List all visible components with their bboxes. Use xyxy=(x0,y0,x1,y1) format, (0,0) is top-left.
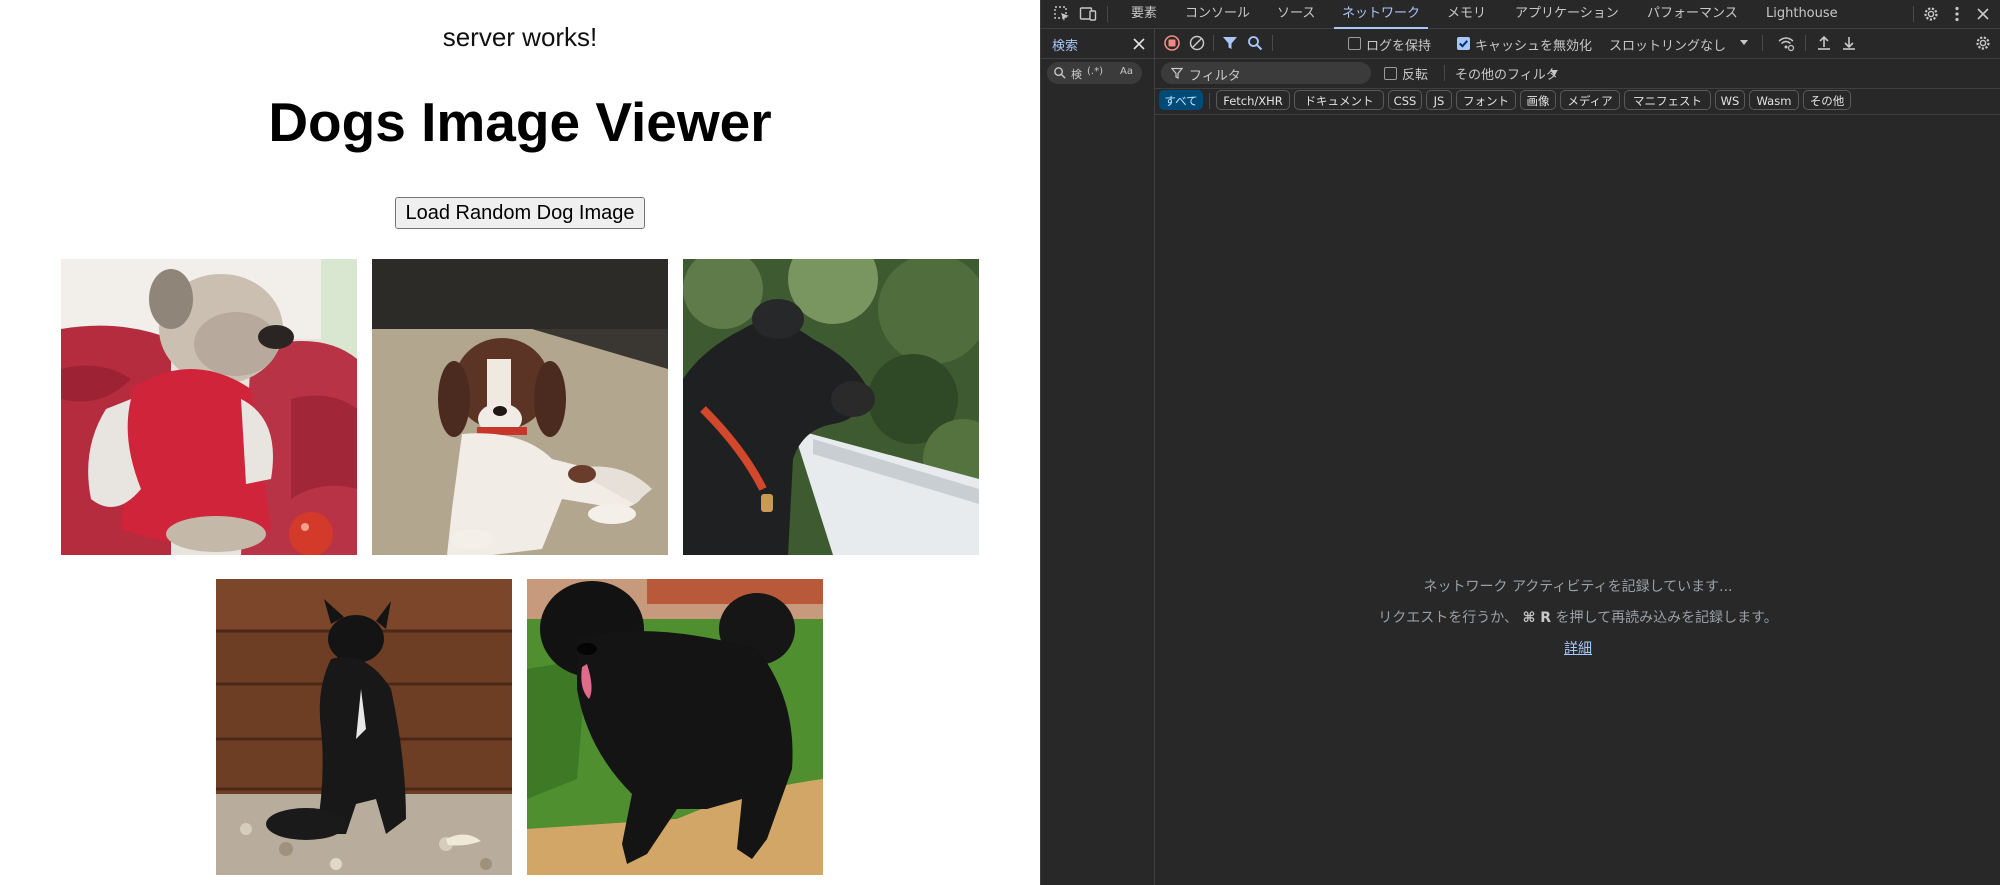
disable-cache-checkbox[interactable] xyxy=(1457,37,1470,50)
search-drawer-title[interactable]: 検索 xyxy=(1052,35,1078,54)
filter-funnel-icon[interactable] xyxy=(1221,34,1239,52)
export-har-icon[interactable] xyxy=(1840,34,1858,52)
load-random-dog-button[interactable]: Load Random Dog Image xyxy=(395,197,645,229)
dog-image-1 xyxy=(61,259,357,555)
dog-image-4 xyxy=(216,579,512,875)
dog-image-2 xyxy=(372,259,668,555)
toolbar-divider xyxy=(1213,35,1214,51)
filter-chip-js[interactable]: JS xyxy=(1426,90,1452,110)
filter-placeholder: フィルタ xyxy=(1189,69,1241,84)
dog-photo-black-terrier xyxy=(683,259,979,555)
more-filters-dropdown[interactable]: その他のフィルタ xyxy=(1455,64,1559,83)
toolbar-divider xyxy=(1913,6,1914,22)
network-settings-gear-icon[interactable] xyxy=(1974,34,1992,52)
search-drawer: 検索 検 (.*) Aa xyxy=(1041,29,1155,885)
disable-cache-label: キャッシュを無効化 xyxy=(1475,39,1593,54)
dog-image-5 xyxy=(527,579,823,875)
filter-chip-ws[interactable]: WS xyxy=(1715,90,1745,110)
tab-lighthouse[interactable]: Lighthouse xyxy=(1766,0,1838,28)
close-search-icon[interactable] xyxy=(1130,35,1148,53)
server-status-text: server works! xyxy=(442,22,598,52)
toolbar-divider xyxy=(1444,65,1445,81)
settings-gear-icon[interactable] xyxy=(1922,5,1940,23)
inspect-element-icon[interactable] xyxy=(1053,5,1071,23)
tab-memory[interactable]: メモリ xyxy=(1447,0,1486,28)
tab-sources[interactable]: ソース xyxy=(1277,0,1315,28)
empty-state-suffix: を押して再読み込みを記録します。 xyxy=(1555,610,1778,626)
toolbar-divider xyxy=(1107,6,1108,22)
learn-more-row: 詳細 xyxy=(1155,638,2000,658)
web-page: server works! Dogs Image Viewer Load Ran… xyxy=(0,0,1040,885)
empty-state-line2: リクエストを行うか、 ⌘ R を押して再読み込みを記録します。 xyxy=(1155,607,2000,627)
learn-more-link[interactable]: 詳細 xyxy=(1564,641,1592,657)
regex-toggle[interactable]: (.*) xyxy=(1087,66,1103,77)
filter-chip-other[interactable]: その他 xyxy=(1803,90,1851,110)
filter-chip-css[interactable]: CSS xyxy=(1388,90,1422,110)
search-placeholder: 検 xyxy=(1071,68,1082,81)
record-stop-icon[interactable] xyxy=(1163,34,1181,52)
tab-performance[interactable]: パフォーマンス xyxy=(1647,0,1738,28)
filter-chip-manifest[interactable]: マニフェスト xyxy=(1624,90,1711,110)
dog-photo-fluffy-black-dog xyxy=(527,579,823,875)
filter-input[interactable]: フィルタ xyxy=(1161,62,1371,84)
devtools-tab-bar: 要素 コンソール ソース ネットワーク メモリ アプリケーション パフォーマンス… xyxy=(1041,0,2000,29)
search-input[interactable]: 検 (.*) Aa xyxy=(1047,62,1142,84)
network-filter-row: フィルタ 反転 その他のフィルタ xyxy=(1155,58,2000,89)
empty-state-line1: ネットワーク アクティビティを記録しています... xyxy=(1423,579,1733,595)
filter-chip-media[interactable]: メディア xyxy=(1560,90,1620,110)
invert-label: 反転 xyxy=(1402,68,1429,83)
toolbar-divider xyxy=(1805,35,1806,51)
toolbar-divider xyxy=(1272,35,1273,51)
device-toolbar-icon[interactable] xyxy=(1079,5,1097,23)
reload-shortcut: ⌘ R xyxy=(1522,610,1552,626)
filter-chip-fetch-xhr[interactable]: Fetch/XHR xyxy=(1216,90,1290,110)
filter-chip-document[interactable]: ドキュメント xyxy=(1294,90,1384,110)
tab-network[interactable]: ネットワーク xyxy=(1333,0,1429,29)
match-case-toggle[interactable]: Aa xyxy=(1120,66,1133,77)
tab-application[interactable]: アプリケーション xyxy=(1515,0,1619,28)
tab-elements[interactable]: 要素 xyxy=(1131,0,1157,28)
import-har-icon[interactable] xyxy=(1815,34,1833,52)
preserve-log-checkbox[interactable] xyxy=(1348,37,1361,50)
dog-photo-spaniel xyxy=(372,259,668,555)
network-toolbar: ログを保持 キャッシュを無効化 スロットリングなし xyxy=(1155,29,2000,59)
filter-chip-image[interactable]: 画像 xyxy=(1520,90,1556,110)
devtools-panel: 要素 コンソール ソース ネットワーク メモリ アプリケーション パフォーマンス… xyxy=(1040,0,2000,885)
tab-console[interactable]: コンソール xyxy=(1185,0,1250,28)
chevron-down-icon[interactable] xyxy=(1737,35,1751,49)
toolbar-divider xyxy=(1762,35,1763,51)
chevron-down-icon[interactable] xyxy=(1547,65,1561,79)
filter-chip-wasm[interactable]: Wasm xyxy=(1749,90,1799,110)
throttling-select[interactable]: スロットリングなし xyxy=(1609,35,1726,54)
search-network-icon[interactable] xyxy=(1246,34,1264,52)
resource-type-filters: すべて Fetch/XHR ドキュメント CSS JS フォント 画像 メディア… xyxy=(1155,88,2000,115)
close-devtools-icon[interactable] xyxy=(1974,5,1992,23)
empty-state-prefix: リクエストを行うか、 xyxy=(1378,610,1518,626)
network-conditions-icon[interactable] xyxy=(1777,34,1795,52)
clear-log-icon[interactable] xyxy=(1188,34,1206,52)
filter-icon xyxy=(1171,67,1183,79)
preserve-log-label: ログを保持 xyxy=(1366,39,1432,54)
filter-chip-all[interactable]: すべて xyxy=(1159,90,1203,110)
dog-photo-terrier-costume xyxy=(61,259,357,555)
page-title: Dogs Image Viewer xyxy=(268,91,772,153)
invert-checkbox[interactable] xyxy=(1384,67,1397,80)
dog-image-3 xyxy=(683,259,979,555)
search-icon xyxy=(1053,66,1066,79)
dog-photo-black-dog-gravel xyxy=(216,579,512,875)
toolbar-divider xyxy=(1209,93,1210,109)
filter-chip-font[interactable]: フォント xyxy=(1456,90,1516,110)
search-drawer-header: 検索 xyxy=(1041,29,1154,59)
more-options-icon[interactable] xyxy=(1948,5,1966,23)
